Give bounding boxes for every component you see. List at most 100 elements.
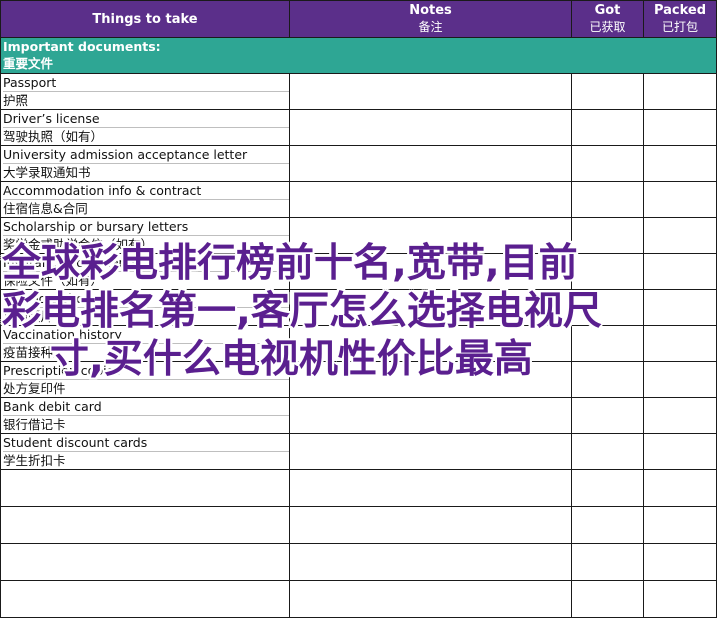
notes-cell[interactable] xyxy=(289,580,572,618)
item-cell[interactable] xyxy=(0,506,290,544)
table-row: Passport 护照 xyxy=(0,73,717,110)
item-cell[interactable] xyxy=(0,580,290,618)
notes-cell[interactable] xyxy=(289,73,572,110)
item-en: Vaccination history xyxy=(3,327,289,344)
notes-cell[interactable] xyxy=(289,217,572,254)
checklist-table: Things to take Notes 备注 Got 已获取 Packed 已… xyxy=(0,0,717,618)
table-row: Accommodation info & contract 住宿信息&合同 xyxy=(0,181,717,218)
got-cell[interactable] xyxy=(571,325,644,362)
notes-cell[interactable] xyxy=(289,397,572,434)
section-row-important-documents: Important documents: 重要文件 xyxy=(0,37,717,74)
item-cell[interactable]: University admission acceptance letter 大学… xyxy=(0,145,290,182)
empty-row xyxy=(0,543,717,581)
packed-cell[interactable] xyxy=(643,109,717,146)
packed-cell[interactable] xyxy=(643,433,717,470)
got-cell[interactable] xyxy=(571,361,644,398)
notes-cell[interactable] xyxy=(289,361,572,398)
packed-cell[interactable] xyxy=(643,325,717,362)
got-cell[interactable] xyxy=(571,253,644,290)
packed-cell[interactable] xyxy=(643,253,717,290)
got-cell[interactable] xyxy=(571,217,644,254)
got-cell[interactable] xyxy=(571,289,644,326)
notes-cell[interactable] xyxy=(289,145,572,182)
packed-cell[interactable] xyxy=(643,73,717,110)
item-cn: 驾驶执照（如有） xyxy=(3,129,104,144)
table-row: Vaccination history 疫苗接种史 xyxy=(0,325,717,362)
item-cell[interactable]: Prescription copies 处方复印件 xyxy=(0,361,290,398)
packed-cell[interactable] xyxy=(643,181,717,218)
item-en: Bank debit card xyxy=(3,399,289,416)
item-cell[interactable]: Insurance documents 保险文件（如有） xyxy=(0,253,290,290)
packed-cell[interactable] xyxy=(643,361,717,398)
header-packed: Packed 已打包 xyxy=(643,0,717,38)
header-got-cn: 已获取 xyxy=(589,20,626,34)
notes-cell[interactable] xyxy=(289,253,572,290)
item-cell[interactable]: Passport photos 护照照片 xyxy=(0,289,290,326)
notes-cell[interactable] xyxy=(289,506,572,544)
item-en: University admission acceptance letter xyxy=(3,147,289,164)
table-row: Scholarship or bursary letters 奖学金或助学金信（如… xyxy=(0,217,717,254)
item-cell[interactable] xyxy=(0,469,290,507)
item-cn: 疫苗接种史 xyxy=(3,345,66,360)
got-cell[interactable] xyxy=(571,181,644,218)
packed-cell[interactable] xyxy=(643,145,717,182)
item-cell[interactable]: Driver’s license 驾驶执照（如有） xyxy=(0,109,290,146)
item-en: Prescription copies xyxy=(3,363,289,380)
got-cell[interactable] xyxy=(571,73,644,110)
got-cell[interactable] xyxy=(571,397,644,434)
item-cell[interactable]: Scholarship or bursary letters 奖学金或助学金信（如… xyxy=(0,217,290,254)
item-cell[interactable]: Passport 护照 xyxy=(0,73,290,110)
header-got: Got 已获取 xyxy=(571,0,644,38)
got-cell[interactable] xyxy=(571,506,644,544)
item-cn: 护照 xyxy=(3,93,29,108)
packed-cell[interactable] xyxy=(643,469,717,507)
got-cell[interactable] xyxy=(571,433,644,470)
table-row: Insurance documents 保险文件（如有） xyxy=(0,253,717,290)
got-cell[interactable] xyxy=(571,580,644,618)
table-row: Driver’s license 驾驶执照（如有） xyxy=(0,109,717,146)
packed-cell[interactable] xyxy=(643,397,717,434)
notes-cell[interactable] xyxy=(289,469,572,507)
packed-cell[interactable] xyxy=(643,580,717,618)
notes-cell[interactable] xyxy=(289,289,572,326)
item-cn: 奖学金或助学金信（如有） xyxy=(3,237,154,252)
item-cell[interactable] xyxy=(0,543,290,581)
notes-cell[interactable] xyxy=(289,181,572,218)
notes-cell[interactable] xyxy=(289,325,572,362)
got-cell[interactable] xyxy=(571,543,644,581)
notes-cell[interactable] xyxy=(289,543,572,581)
item-cn: 住宿信息&合同 xyxy=(3,201,88,216)
header-notes-cn: 备注 xyxy=(418,20,443,34)
section-title-en: Important documents: xyxy=(3,39,161,54)
header-notes-en: Notes xyxy=(409,3,452,18)
empty-row xyxy=(0,506,717,544)
got-cell[interactable] xyxy=(571,469,644,507)
item-cell[interactable]: Accommodation info & contract 住宿信息&合同 xyxy=(0,181,290,218)
item-en: Scholarship or bursary letters xyxy=(3,219,289,236)
header-got-en: Got xyxy=(594,3,621,18)
header-things: Things to take xyxy=(0,0,290,38)
item-en: Student discount cards xyxy=(3,435,289,452)
table-row: University admission acceptance letter 大学… xyxy=(0,145,717,182)
section-title-cn: 重要文件 xyxy=(3,56,54,71)
item-en: Driver’s license xyxy=(3,111,289,128)
item-cell[interactable]: Student discount cards 学生折扣卡 xyxy=(0,433,290,470)
packed-cell[interactable] xyxy=(643,543,717,581)
item-cn: 处方复印件 xyxy=(3,381,66,396)
header-row: Things to take Notes 备注 Got 已获取 Packed 已… xyxy=(0,0,717,38)
empty-row xyxy=(0,469,717,507)
table-row: Student discount cards 学生折扣卡 xyxy=(0,433,717,470)
item-en: Insurance documents xyxy=(3,255,289,272)
item-cn: 银行借记卡 xyxy=(3,417,66,432)
notes-cell[interactable] xyxy=(289,433,572,470)
item-cell[interactable]: Bank debit card 银行借记卡 xyxy=(0,397,290,434)
item-cn: 学生折扣卡 xyxy=(3,453,66,468)
packed-cell[interactable] xyxy=(643,506,717,544)
notes-cell[interactable] xyxy=(289,109,572,146)
got-cell[interactable] xyxy=(571,109,644,146)
packed-cell[interactable] xyxy=(643,217,717,254)
packed-cell[interactable] xyxy=(643,289,717,326)
header-packed-en: Packed xyxy=(653,3,707,18)
got-cell[interactable] xyxy=(571,145,644,182)
item-cell[interactable]: Vaccination history 疫苗接种史 xyxy=(0,325,290,362)
